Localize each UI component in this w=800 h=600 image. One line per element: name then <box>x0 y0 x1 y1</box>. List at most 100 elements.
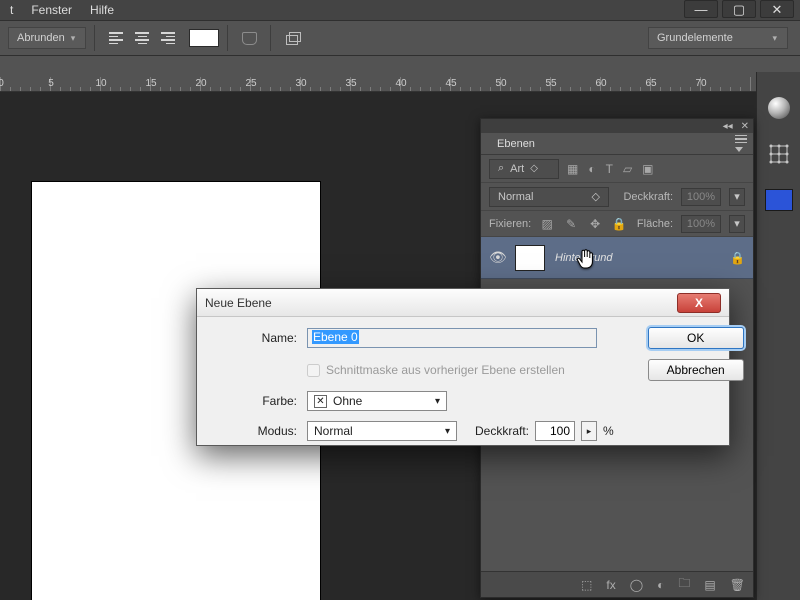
workspace-dropdown[interactable]: Grundelemente ▾ <box>648 27 788 49</box>
lock-transparent-icon[interactable]: ▨ <box>539 216 555 232</box>
name-input[interactable]: Ebene 0 <box>307 328 597 348</box>
delete-layer-icon[interactable]: 🗑 <box>730 578 745 592</box>
color-label: Farbe: <box>227 394 297 408</box>
ruler-tick <box>680 87 690 91</box>
align-center-button[interactable] <box>129 27 155 49</box>
color-dropdown[interactable]: ✕ Ohne ▾ <box>307 391 447 411</box>
3d-button[interactable] <box>279 27 305 49</box>
ruler-label: 65 <box>645 78 656 89</box>
mask-icon[interactable]: ◯ <box>630 578 643 592</box>
lock-brush-icon[interactable]: ✎ <box>563 216 579 232</box>
ruler-label: 60 <box>595 78 606 89</box>
ruler-tick <box>370 87 380 91</box>
lock-all-icon[interactable]: 🔒 <box>611 216 627 232</box>
opacity-label: Deckkraft: <box>623 191 673 203</box>
filter-smart-icon[interactable]: ▣ <box>642 162 653 176</box>
ruler-tick <box>360 87 370 91</box>
menu-item-help[interactable]: Hilfe <box>90 3 114 17</box>
filter-pixel-icon[interactable]: ▦ <box>567 162 578 176</box>
name-label: Name: <box>227 331 297 345</box>
dialog-titlebar[interactable]: Neue Ebene X <box>197 289 729 317</box>
horizontal-ruler: 0510152025303540455055606570 <box>0 74 756 92</box>
opacity-input[interactable] <box>535 421 575 441</box>
color-panel-button[interactable] <box>765 94 793 122</box>
ruler-tick <box>110 87 120 91</box>
ruler-tick: 15 <box>150 77 160 91</box>
ruler-tick: 65 <box>650 77 660 91</box>
ruler-tick <box>180 87 190 91</box>
layer-row-background[interactable]: 👁 Hintergrund 🔒 <box>481 237 753 279</box>
swatches-panel-button[interactable] <box>765 186 793 214</box>
mesh-icon <box>768 143 790 165</box>
ruler-label: 0 <box>0 78 4 89</box>
panel-close-icon[interactable]: ✕ <box>741 121 749 132</box>
ruler-tick <box>570 87 580 91</box>
ruler-tick <box>160 87 170 91</box>
adjustment-icon[interactable]: ◐ <box>657 578 664 592</box>
ruler-tick: 60 <box>600 77 610 91</box>
ruler-tick: 0 <box>0 77 10 91</box>
align-left-button[interactable] <box>103 27 129 49</box>
3d-icon <box>284 31 300 45</box>
ruler-tick <box>320 87 330 91</box>
new-layer-icon[interactable]: ▤ <box>704 578 715 592</box>
group-icon[interactable]: 🗀 <box>678 574 690 595</box>
ruler-tick: 5 <box>50 77 60 91</box>
blue-swatch-icon <box>765 189 793 211</box>
close-window-button[interactable]: ✕ <box>760 0 794 18</box>
ruler-tick <box>480 87 490 91</box>
menu-item-window[interactable]: Fenster <box>31 3 72 17</box>
divider <box>270 25 271 51</box>
fill-stepper[interactable]: ▾ <box>729 215 745 233</box>
menu-item-truncated[interactable]: t <box>10 3 13 17</box>
mesh-panel-button[interactable] <box>765 140 793 168</box>
filter-adjust-icon[interactable]: ◐ <box>588 162 595 176</box>
panel-menu-button[interactable] <box>735 135 747 153</box>
panel-collapse-icon[interactable]: ◂◂ <box>723 121 733 132</box>
warp-text-button[interactable] <box>236 27 262 49</box>
ruler-tick <box>410 87 420 91</box>
fill-value[interactable]: 100% <box>681 215 721 233</box>
layer-name[interactable]: Hintergrund <box>555 252 720 264</box>
color-value: Ohne <box>333 394 362 408</box>
fill-label: Fläche: <box>637 218 673 230</box>
edge-mode-dropdown[interactable]: Abrunden ▾ <box>8 27 86 49</box>
ruler-label: 10 <box>95 78 106 89</box>
fx-icon[interactable]: fx <box>606 578 615 592</box>
blend-mode-dropdown[interactable]: Normal ◇ <box>489 187 609 207</box>
lock-move-icon[interactable]: ✥ <box>587 216 603 232</box>
filter-shape-icon[interactable]: ▱ <box>623 162 632 176</box>
tab-layers[interactable]: Ebenen <box>487 135 545 153</box>
maximize-button[interactable]: ▢ <box>722 0 756 18</box>
cancel-button[interactable]: Abbrechen <box>648 359 744 381</box>
mode-dropdown[interactable]: Normal ▾ <box>307 421 457 441</box>
link-layers-icon[interactable]: ⬚ <box>581 578 592 592</box>
ruler-tick <box>20 87 30 91</box>
opacity-stepper[interactable]: ▸ <box>581 421 597 441</box>
ruler-tick: 20 <box>200 77 210 91</box>
visibility-toggle[interactable]: 👁 <box>489 249 505 266</box>
ruler-tick <box>420 87 430 91</box>
ruler-label: 35 <box>345 78 356 89</box>
minimize-button[interactable]: — <box>684 0 718 18</box>
layer-thumbnail[interactable] <box>515 245 545 271</box>
ok-button[interactable]: OK <box>648 327 744 349</box>
filter-type-icon[interactable]: T <box>606 162 613 176</box>
sphere-icon <box>768 97 790 119</box>
filter-kind-dropdown[interactable]: ⌕ Art ◇ <box>489 159 559 179</box>
ruler-tick <box>130 87 140 91</box>
foreground-color-swatch[interactable] <box>189 29 219 47</box>
ruler-label: 40 <box>395 78 406 89</box>
layer-filter-row: ⌕ Art ◇ ▦ ◐ T ▱ ▣ <box>481 155 753 183</box>
lock-icon: 🔒 <box>730 251 745 265</box>
warp-icon <box>242 32 257 45</box>
opacity-stepper[interactable]: ▾ <box>729 188 745 206</box>
opacity-value[interactable]: 100% <box>681 188 721 206</box>
filter-kind-label: Art <box>510 163 524 175</box>
dialog-close-button[interactable]: X <box>677 293 721 313</box>
ruler-tick <box>520 87 530 91</box>
blend-mode-value: Normal <box>498 191 533 203</box>
ruler-tick: 30 <box>300 77 310 91</box>
ruler-tick: 35 <box>350 77 360 91</box>
align-right-button[interactable] <box>155 27 181 49</box>
